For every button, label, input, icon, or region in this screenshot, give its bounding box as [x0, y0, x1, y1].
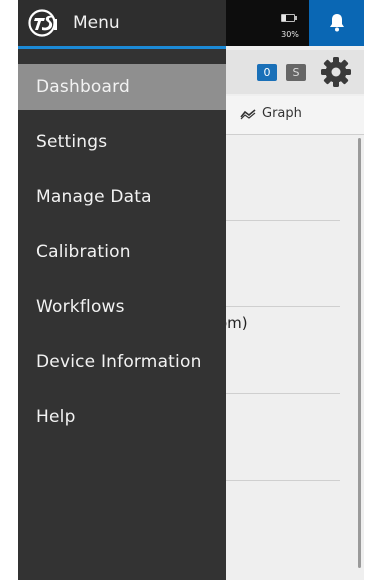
battery-percent: 30%	[281, 30, 299, 39]
menu-list: Dashboard Settings Manage Data Calibrati…	[18, 64, 226, 449]
settings-gear-button[interactable]	[318, 54, 354, 90]
menu-item-help[interactable]: Help	[18, 394, 226, 440]
tab-graph[interactable]: Graph	[240, 106, 302, 121]
notifications-button[interactable]	[309, 0, 364, 46]
menu-item-dashboard[interactable]: Dashboard	[18, 64, 226, 110]
content-scrollbar[interactable]	[358, 138, 361, 568]
menu-item-manage-data[interactable]: Manage Data	[18, 174, 226, 220]
count-badge: 0	[257, 64, 277, 81]
drawer-header: Menu	[18, 0, 226, 46]
device-screen: 30% 0 S Graph om) Menu Dashboard Setting…	[18, 0, 364, 580]
menu-item-workflows[interactable]: Workflows	[18, 284, 226, 330]
menu-drawer: Menu Dashboard Settings Manage Data Cali…	[18, 0, 226, 580]
battery-fill	[282, 15, 286, 21]
graph-icon	[240, 108, 256, 119]
header-underline	[18, 46, 226, 49]
battery-tip	[295, 16, 297, 20]
menu-title: Menu	[73, 13, 120, 33]
battery-indicator: 30%	[277, 12, 303, 40]
battery-icon	[281, 14, 295, 22]
menu-item-device-information[interactable]: Device Information	[18, 339, 226, 385]
bell-icon	[329, 14, 344, 32]
status-badge: S	[286, 64, 306, 81]
menu-item-settings[interactable]: Settings	[18, 119, 226, 165]
menu-item-calibration[interactable]: Calibration	[18, 229, 226, 275]
gear-icon	[321, 57, 351, 87]
tab-graph-label: Graph	[262, 106, 302, 121]
tsi-logo	[28, 9, 57, 37]
